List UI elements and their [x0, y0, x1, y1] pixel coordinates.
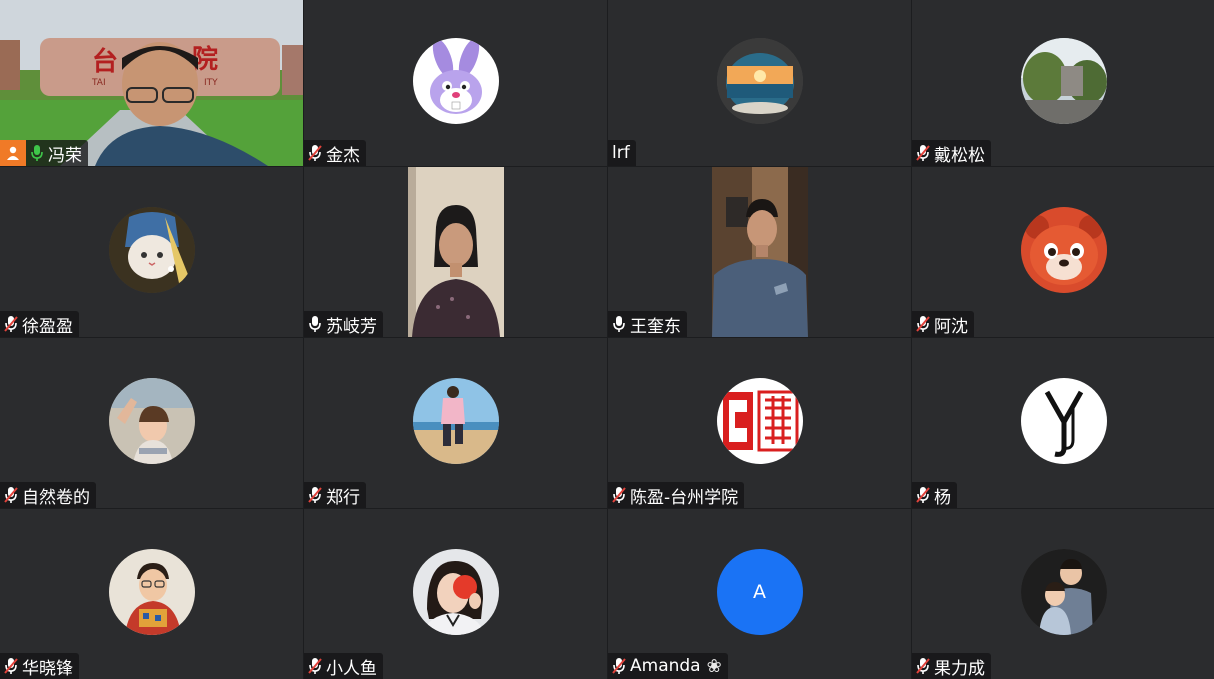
participant-nameplate: 金杰 — [304, 140, 366, 166]
participant-tile[interactable]: 果力成 — [912, 509, 1214, 679]
participant-name: 金杰 — [326, 145, 360, 166]
microphone-muted-icon — [916, 487, 930, 503]
participant-tile[interactable]: A Amanda ❀ — [608, 509, 911, 679]
participant-tile[interactable]: 郑行 — [304, 338, 607, 508]
participant-avatar — [1020, 549, 1107, 635]
svg-text:ITY: ITY — [204, 78, 218, 88]
participant-nameplate: 苏岐芳 — [304, 311, 383, 337]
participant-tile[interactable]: 陈盈-台州学院 — [608, 338, 911, 508]
participant-avatar — [108, 549, 195, 635]
microphone-on-icon — [613, 316, 625, 332]
participant-nameplate: 王奎东 — [608, 311, 687, 337]
participant-name: 郑行 — [326, 487, 360, 508]
microphone-muted-icon — [308, 658, 322, 674]
participant-tile[interactable]: 小人鱼 — [304, 509, 607, 679]
participant-avatar — [108, 378, 195, 464]
avatar-letter: A — [753, 581, 766, 603]
microphone-muted-icon — [916, 658, 930, 674]
microphone-muted-icon — [916, 316, 930, 332]
microphone-muted-icon — [612, 487, 626, 503]
participant-tile[interactable]: 台 院 TAI ITY 冯荣 — [0, 0, 303, 166]
participant-tile[interactable]: 戴松松 — [912, 0, 1214, 166]
participant-nameplate: lrf — [608, 140, 636, 166]
participant-video — [711, 167, 808, 337]
participant-nameplate: 阿沈 — [912, 311, 974, 337]
participant-avatar — [412, 378, 499, 464]
microphone-on-icon — [31, 145, 43, 161]
participant-tile[interactable]: 徐盈盈 — [0, 167, 303, 337]
participant-name: 阿沈 — [934, 316, 968, 337]
participant-nameplate: 郑行 — [304, 482, 366, 508]
participant-avatar — [1020, 38, 1107, 124]
participant-name: 杨 — [934, 487, 951, 508]
flower-icon: ❀ — [706, 655, 722, 677]
participant-letter-avatar: A — [716, 549, 803, 635]
participant-tile[interactable]: 王奎东 — [608, 167, 911, 337]
participant-avatar — [412, 38, 499, 124]
participant-avatar — [108, 207, 195, 293]
participant-tile[interactable]: lrf — [608, 0, 911, 166]
microphone-muted-icon — [308, 145, 322, 161]
participant-name: Amanda — [630, 656, 701, 676]
participant-avatar — [716, 38, 803, 124]
participant-name: 徐盈盈 — [22, 316, 73, 337]
participant-name: 王奎东 — [630, 316, 681, 337]
host-icon — [0, 140, 26, 166]
participant-avatar — [1020, 378, 1107, 464]
participant-name: 华晓锋 — [22, 658, 73, 679]
microphone-muted-icon — [4, 658, 18, 674]
participant-avatar — [412, 549, 499, 635]
participant-nameplate: 杨 — [912, 482, 957, 508]
participant-grid: 台 院 TAI ITY 冯荣 金杰 lrf 戴松松 徐盈盈 苏岐芳 王奎东 阿沈… — [0, 0, 1214, 679]
participant-name: 冯荣 — [48, 145, 82, 166]
microphone-muted-icon — [308, 487, 322, 503]
participant-name: lrf — [612, 143, 630, 163]
svg-text:TAI: TAI — [91, 78, 106, 88]
participant-name: 小人鱼 — [326, 658, 377, 679]
participant-avatar — [716, 378, 803, 464]
participant-nameplate: Amanda ❀ — [608, 653, 728, 679]
participant-name: 戴松松 — [934, 145, 985, 166]
participant-tile[interactable]: 金杰 — [304, 0, 607, 166]
participant-nameplate: 自然卷的 — [0, 482, 96, 508]
participant-video — [407, 167, 504, 337]
participant-name: 果力成 — [934, 658, 985, 679]
participant-nameplate: 陈盈-台州学院 — [608, 482, 745, 508]
participant-tile[interactable]: 自然卷的 — [0, 338, 303, 508]
participant-avatar — [1020, 207, 1107, 293]
participant-nameplate: 小人鱼 — [304, 653, 383, 679]
participant-nameplate: 戴松松 — [912, 140, 991, 166]
participant-name: 陈盈-台州学院 — [630, 487, 739, 508]
participant-nameplate: 冯荣 — [0, 140, 88, 166]
microphone-muted-icon — [4, 316, 18, 332]
participant-tile[interactable]: 杨 — [912, 338, 1214, 508]
participant-tile[interactable]: 阿沈 — [912, 167, 1214, 337]
participant-nameplate: 华晓锋 — [0, 653, 79, 679]
microphone-muted-icon — [612, 658, 626, 674]
participant-tile[interactable]: 苏岐芳 — [304, 167, 607, 337]
participant-name: 自然卷的 — [22, 487, 90, 508]
participant-nameplate: 徐盈盈 — [0, 311, 79, 337]
microphone-on-icon — [309, 316, 321, 332]
participant-nameplate: 果力成 — [912, 653, 991, 679]
svg-text:台: 台 — [92, 46, 118, 77]
participant-name: 苏岐芳 — [326, 316, 377, 337]
participant-tile[interactable]: 华晓锋 — [0, 509, 303, 679]
microphone-muted-icon — [4, 487, 18, 503]
microphone-muted-icon — [916, 145, 930, 161]
